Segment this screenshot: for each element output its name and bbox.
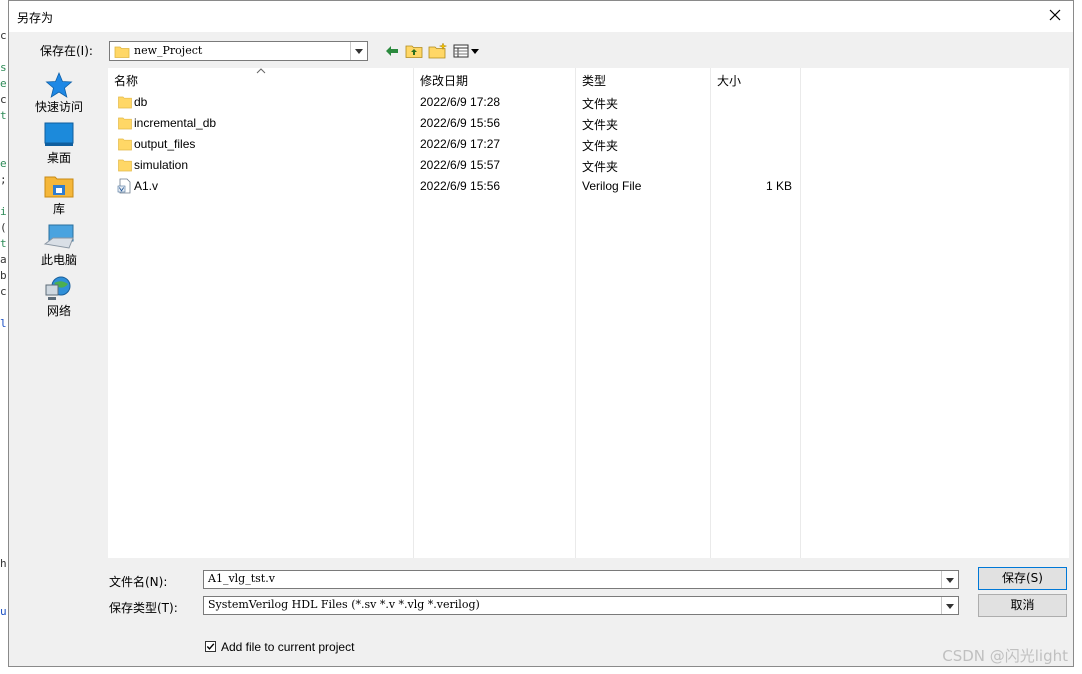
code-char: c	[0, 93, 7, 106]
code-char: ;	[0, 173, 7, 186]
save-in-dropdown[interactable]: new_Project	[109, 41, 368, 61]
file-modified: 2022/6/9 15:56	[420, 116, 501, 130]
file-name: simulation	[134, 158, 189, 172]
column-header-size[interactable]: 大小	[717, 72, 741, 94]
place-this-pc[interactable]: 此电脑	[27, 224, 91, 268]
code-char: h	[0, 557, 7, 570]
sort-ascending-icon	[256, 68, 266, 74]
place-quick-access[interactable]: 快速访问	[27, 71, 91, 115]
column-header-name[interactable]: 名称	[114, 72, 138, 94]
place-library[interactable]: 库	[27, 173, 91, 217]
save-in-label: 保存在(I):	[40, 44, 93, 58]
file-type: 文件夹	[582, 97, 619, 111]
file-size: 1 KB	[766, 179, 793, 193]
code-char: e	[0, 77, 7, 90]
file-type: 文件夹	[582, 118, 619, 132]
new-folder-icon[interactable]	[428, 42, 448, 59]
view-menu-icon[interactable]	[453, 43, 481, 59]
code-char: (	[0, 221, 7, 234]
place-network[interactable]: 网络	[27, 275, 91, 319]
code-char: u	[0, 605, 7, 618]
column-header-modified[interactable]: 修改日期	[420, 72, 468, 94]
library-icon	[44, 176, 74, 198]
place-desktop[interactable]: 桌面	[27, 122, 91, 166]
file-modified: 2022/6/9 17:27	[420, 137, 501, 151]
filename-label: 文件名(N):	[109, 575, 168, 589]
filetype-value: SystemVerilog HDL Files (*.sv *.v *.vlg …	[208, 598, 480, 611]
filename-value: A1_vlg_tst.v	[208, 572, 275, 585]
filename-input[interactable]: A1_vlg_tst.v	[203, 570, 959, 589]
up-folder-icon[interactable]	[405, 43, 423, 59]
code-char: t	[0, 109, 7, 122]
file-list[interactable]: 名称 修改日期 类型 大小 db 2022/6/9 17:28 文件夹 incr…	[108, 68, 1069, 558]
folder-icon	[118, 138, 132, 151]
file-type: Verilog File	[582, 179, 642, 193]
close-icon[interactable]	[1047, 7, 1063, 23]
code-char: i	[0, 205, 7, 218]
code-char: e	[0, 157, 7, 170]
watermark: CSDN @闪光light	[942, 647, 1068, 665]
folder-icon	[114, 46, 130, 58]
place-label: 网络	[46, 304, 71, 318]
place-label: 快速访问	[34, 100, 83, 114]
file-modified: 2022/6/9 15:57	[420, 158, 501, 172]
code-char: t	[0, 237, 7, 250]
code-char: l	[0, 317, 7, 330]
add-to-project-label[interactable]: Add file to current project	[221, 640, 354, 654]
place-label: 桌面	[46, 151, 71, 165]
place-label: 此电脑	[40, 253, 77, 267]
column-header-type[interactable]: 类型	[582, 72, 606, 94]
file-modified: 2022/6/9 17:28	[420, 95, 501, 109]
save-in-value: new_Project	[134, 44, 203, 57]
file-type: 文件夹	[582, 139, 619, 153]
checkmark-icon	[206, 643, 215, 650]
chevron-down-icon[interactable]	[941, 571, 958, 588]
title-bar: 另存为	[9, 1, 1073, 32]
code-char: a	[0, 253, 7, 266]
dialog-title: 另存为	[17, 11, 54, 25]
file-name: incremental_db	[134, 116, 217, 130]
file-name: A1.v	[134, 179, 159, 193]
save-as-dialog: 另存为 保存在(I): new_Project 快速访问 桌面 库 此电脑 网络…	[8, 0, 1074, 667]
chevron-down-icon[interactable]	[350, 42, 367, 60]
cancel-button[interactable]: 取消	[978, 594, 1067, 617]
filetype-label: 保存类型(T):	[109, 601, 178, 615]
code-char: b	[0, 269, 7, 282]
network-icon	[45, 276, 71, 300]
folder-icon	[118, 117, 132, 130]
file-row[interactable]: output_files 2022/6/9 17:27 文件夹	[108, 136, 808, 156]
desktop-icon	[44, 122, 74, 146]
file-type: 文件夹	[582, 160, 619, 174]
verilog-file-icon	[117, 178, 131, 194]
filetype-dropdown[interactable]: SystemVerilog HDL Files (*.sv *.v *.vlg …	[203, 596, 959, 615]
file-row[interactable]: db 2022/6/9 17:28 文件夹	[108, 94, 808, 114]
file-row[interactable]: A1.v 2022/6/9 15:56 Verilog File 1 KB	[108, 178, 808, 198]
file-row[interactable]: incremental_db 2022/6/9 15:56 文件夹	[108, 115, 808, 135]
file-name: db	[134, 95, 148, 109]
computer-icon	[43, 224, 74, 249]
save-button[interactable]: 保存(S)	[978, 567, 1067, 590]
code-char: s	[0, 61, 7, 74]
back-arrow-icon[interactable]	[384, 43, 400, 59]
chevron-down-icon[interactable]	[941, 597, 958, 614]
file-modified: 2022/6/9 15:56	[420, 179, 501, 193]
file-row[interactable]: simulation 2022/6/9 15:57 文件夹	[108, 157, 808, 177]
folder-icon	[118, 96, 132, 109]
star-icon	[45, 71, 73, 98]
code-char: c	[0, 29, 7, 42]
add-to-project-checkbox[interactable]	[205, 641, 216, 652]
file-name: output_files	[134, 137, 196, 151]
code-char: c	[0, 285, 7, 298]
place-label: 库	[52, 202, 65, 216]
folder-icon	[118, 159, 132, 172]
